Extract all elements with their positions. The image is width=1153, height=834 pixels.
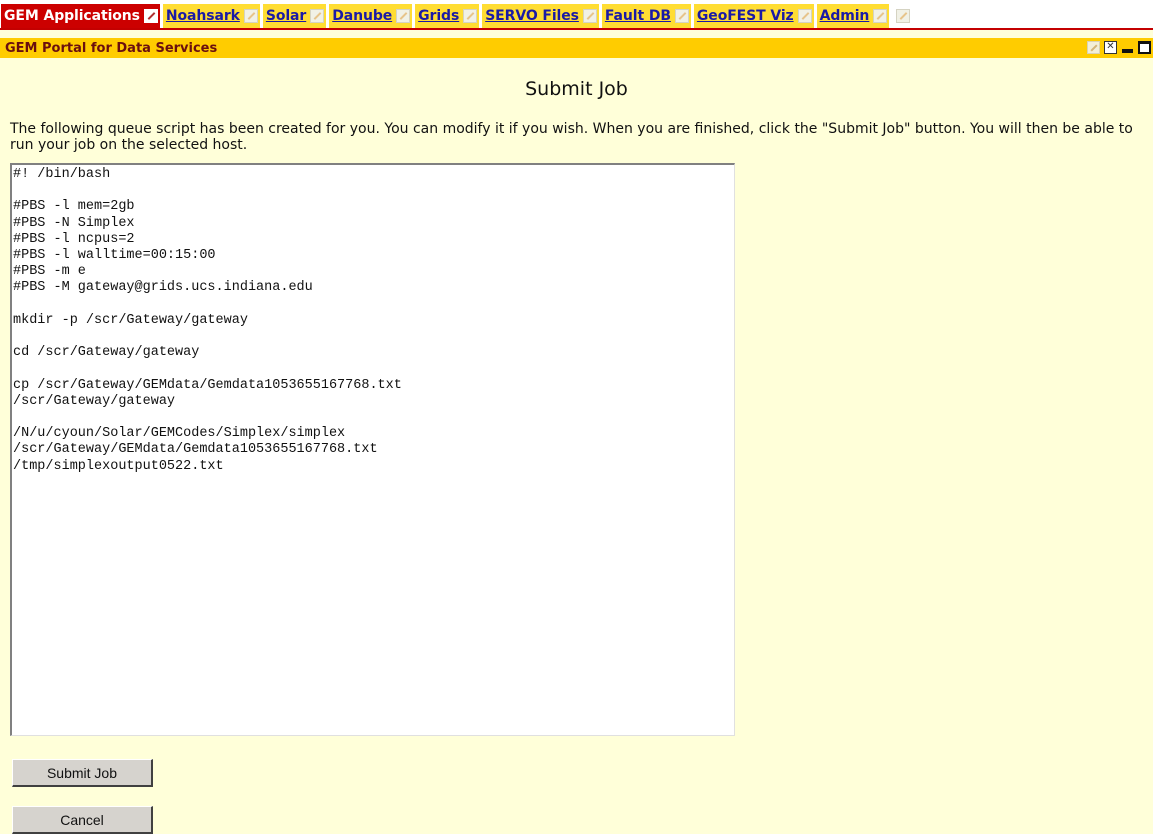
tab-label[interactable]: GEM Applications [4, 8, 140, 24]
edit-icon[interactable] [1087, 41, 1100, 54]
pencil-icon[interactable] [143, 9, 158, 23]
minimize-icon[interactable] [1121, 41, 1134, 54]
tab-grids[interactable]: Grids [415, 4, 480, 28]
portlet-window-controls: ✕ [1087, 41, 1151, 54]
tab-noahsark[interactable]: Noahsark [162, 4, 260, 28]
tab-label[interactable]: GeoFEST Viz [697, 8, 794, 24]
tab-label[interactable]: Grids [418, 8, 459, 24]
tab-label[interactable]: Danube [332, 8, 392, 24]
cancel-button[interactable]: Cancel [12, 806, 153, 834]
application-tab-bar: GEM Applications Noahsark Solar Danube G… [0, 0, 1153, 30]
tab-gem-applications[interactable]: GEM Applications [1, 4, 160, 28]
portlet-title: GEM Portal for Data Services [5, 40, 218, 56]
tab-geofest-viz[interactable]: GeoFEST Viz [693, 4, 814, 28]
close-icon[interactable]: ✕ [1104, 41, 1117, 54]
pencil-icon[interactable] [582, 9, 597, 23]
tab-solar[interactable]: Solar [262, 4, 327, 28]
pencil-icon[interactable] [396, 9, 411, 23]
page-title: Submit Job [525, 78, 628, 100]
tab-label[interactable]: Admin [820, 8, 870, 24]
queue-script-textarea[interactable]: #! /bin/bash #PBS -l mem=2gb #PBS -N Sim… [10, 163, 735, 736]
pencil-icon[interactable] [896, 9, 911, 23]
pencil-icon[interactable] [797, 9, 812, 23]
tab-label[interactable]: Noahsark [166, 8, 240, 24]
tab-label[interactable]: Solar [266, 8, 306, 24]
pencil-icon[interactable] [310, 9, 325, 23]
maximize-icon[interactable] [1138, 41, 1151, 54]
submit-job-button[interactable]: Submit Job [12, 759, 153, 787]
tab-label[interactable]: SERVO Files [485, 8, 579, 24]
tab-label[interactable]: Fault DB [605, 8, 671, 24]
pencil-icon[interactable] [674, 9, 689, 23]
instructions-text: The following queue script has been crea… [10, 121, 1133, 153]
pencil-icon[interactable] [463, 9, 478, 23]
tab-servo-files[interactable]: SERVO Files [482, 4, 599, 28]
tab-fault-db[interactable]: Fault DB [601, 4, 691, 28]
portlet-title-bar: GEM Portal for Data Services ✕ [0, 38, 1153, 58]
tab-admin[interactable]: Admin [816, 4, 890, 28]
tab-danube[interactable]: Danube [329, 4, 413, 28]
pencil-icon[interactable] [873, 9, 888, 23]
pencil-icon[interactable] [243, 9, 258, 23]
tab-bar-extra [892, 4, 911, 28]
